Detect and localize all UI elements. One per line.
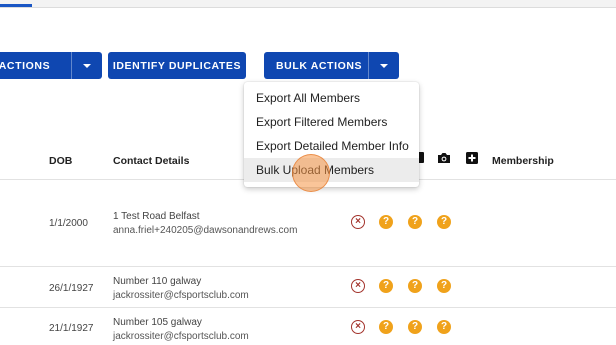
help-icon[interactable]: ? — [408, 320, 422, 334]
help-icon[interactable]: ? — [437, 215, 451, 229]
email-text: jackrossiter@cfsportsclub.com — [113, 331, 249, 342]
identify-duplicates-label: IDENTIFY DUPLICATES — [112, 59, 242, 72]
address-text: Number 105 galway — [113, 317, 202, 328]
menu-item-export-detailed-member-info[interactable]: Export Detailed Member Info — [244, 134, 419, 158]
chevron-down-icon — [83, 63, 91, 68]
menu-item-bulk-upload-members[interactable]: Bulk Upload Members — [244, 158, 419, 182]
cancel-icon[interactable]: × — [351, 279, 365, 293]
bulk-actions-label: BULK ACTIONS — [276, 59, 363, 72]
add-box-icon — [466, 152, 478, 164]
bulk-actions-button[interactable]: BULK ACTIONS — [264, 52, 399, 79]
dob-cell: 26/1/1927 — [49, 283, 94, 294]
help-icon[interactable]: ? — [437, 279, 451, 293]
row-divider — [0, 307, 616, 308]
more-actions-dropdown-toggle[interactable] — [71, 52, 102, 79]
top-tab-bar — [0, 0, 616, 8]
column-header-contact-details[interactable]: Contact Details — [113, 155, 189, 167]
column-header-membership[interactable]: Membership — [492, 155, 554, 167]
identify-duplicates-button[interactable]: IDENTIFY DUPLICATES — [108, 52, 246, 79]
address-text: Number 110 galway — [113, 276, 202, 287]
help-icon[interactable]: ? — [379, 215, 393, 229]
dob-cell: 21/1/1927 — [49, 323, 94, 334]
chevron-down-icon — [380, 63, 388, 68]
more-actions-button[interactable]: E ACTIONS — [0, 52, 102, 79]
contact-cell: 1 Test Road Belfast anna.friel+240205@da… — [113, 211, 297, 236]
click-indicator — [292, 154, 330, 192]
help-icon[interactable]: ? — [408, 279, 422, 293]
email-text: jackrossiter@cfsportsclub.com — [113, 290, 249, 301]
contact-cell: Number 110 galway jackrossiter@cfsportsc… — [113, 276, 249, 301]
cancel-icon[interactable]: × — [351, 320, 365, 334]
help-icon[interactable]: ? — [408, 215, 422, 229]
menu-item-export-filtered-members[interactable]: Export Filtered Members — [244, 110, 419, 134]
bulk-actions-menu: Export All Members Export Filtered Membe… — [244, 82, 419, 187]
bulk-actions-dropdown-toggle[interactable] — [368, 52, 399, 79]
help-icon[interactable]: ? — [437, 320, 451, 334]
contact-cell: Number 105 galway jackrossiter@cfsportsc… — [113, 317, 249, 342]
address-text: 1 Test Road Belfast — [113, 211, 200, 222]
dob-cell: 1/1/2000 — [49, 218, 88, 229]
cancel-icon[interactable]: × — [351, 215, 365, 229]
camera-icon — [438, 153, 450, 163]
help-icon[interactable]: ? — [379, 279, 393, 293]
email-text: anna.friel+240205@dawsonandrews.com — [113, 225, 298, 236]
help-icon[interactable]: ? — [379, 320, 393, 334]
more-actions-label: E ACTIONS — [0, 59, 51, 72]
row-divider — [0, 266, 616, 267]
menu-item-export-all-members[interactable]: Export All Members — [244, 86, 419, 110]
column-header-dob[interactable]: DOB — [49, 155, 72, 167]
active-tab-indicator — [0, 4, 32, 7]
